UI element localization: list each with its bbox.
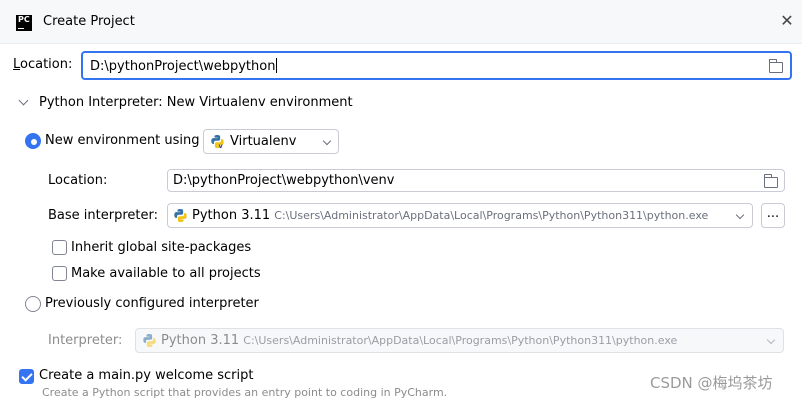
python-icon xyxy=(143,333,156,348)
browse-button[interactable]: ... xyxy=(761,203,785,228)
interpreter-section-title[interactable]: Python Interpreter: New Virtualenv envir… xyxy=(39,95,353,110)
pycharm-logo-icon: PC xyxy=(16,15,32,31)
environment-tool-value: Virtualenv xyxy=(230,134,297,149)
previous-interpreter-radio[interactable] xyxy=(25,296,41,312)
python-icon xyxy=(174,208,187,223)
make-available-label: Make available to all projects xyxy=(71,266,261,281)
inherit-site-packages-label: Inherit global site-packages xyxy=(71,240,252,255)
venv-location-label: Location: xyxy=(48,173,108,188)
base-interpreter-path: C:\Users\Administrator\AppData\Local\Pro… xyxy=(274,209,709,222)
previous-interpreter-label: Previously configured interpreter xyxy=(45,296,259,311)
window-title: Create Project xyxy=(43,14,135,29)
base-interpreter-version: Python 3.11 xyxy=(192,208,271,223)
venv-location-input[interactable]: D:\pythonProject\webpython\venv xyxy=(167,169,785,192)
close-icon[interactable]: ✕ xyxy=(777,11,797,31)
folder-icon[interactable] xyxy=(769,59,783,73)
chevron-down-icon xyxy=(322,136,332,146)
location-label: Location: xyxy=(13,57,73,72)
welcome-script-hint: Create a Python script that provides an … xyxy=(42,386,448,399)
base-interpreter-dropdown[interactable]: Python 3.11 C:\Users\Administrator\AppDa… xyxy=(167,203,753,228)
text-caret xyxy=(276,58,278,73)
new-environment-radio[interactable] xyxy=(25,133,41,149)
interpreter-dropdown: Python 3.11 C:\Users\Administrator\AppDa… xyxy=(135,328,784,353)
venv-location-value: D:\pythonProject\webpython\venv xyxy=(173,173,395,188)
interpreter-label: Interpreter: xyxy=(48,333,123,348)
folder-icon[interactable] xyxy=(764,174,778,188)
environment-tool-dropdown[interactable]: v Virtualenv xyxy=(203,129,339,154)
virtualenv-icon: v xyxy=(211,134,224,149)
base-interpreter-label: Base interpreter: xyxy=(48,208,158,223)
new-environment-label: New environment using xyxy=(45,133,200,148)
inherit-site-packages-checkbox[interactable] xyxy=(52,240,67,255)
chevron-down-icon xyxy=(766,335,776,345)
chevron-down-icon[interactable] xyxy=(18,95,29,106)
location-input[interactable]: D:\pythonProject\webpython xyxy=(81,51,792,80)
make-available-checkbox[interactable] xyxy=(52,266,67,281)
welcome-script-checkbox[interactable] xyxy=(19,369,34,384)
chevron-down-icon xyxy=(735,210,745,220)
interpreter-version: Python 3.11 xyxy=(161,333,240,348)
svg-text:v: v xyxy=(218,142,223,149)
watermark: CSDN @梅坞茶坊 xyxy=(650,374,773,392)
welcome-script-label: Create a main.py welcome script xyxy=(39,368,254,383)
location-input-value: D:\pythonProject\webpython xyxy=(90,59,276,74)
interpreter-path: C:\Users\Administrator\AppData\Local\Pro… xyxy=(243,334,678,347)
